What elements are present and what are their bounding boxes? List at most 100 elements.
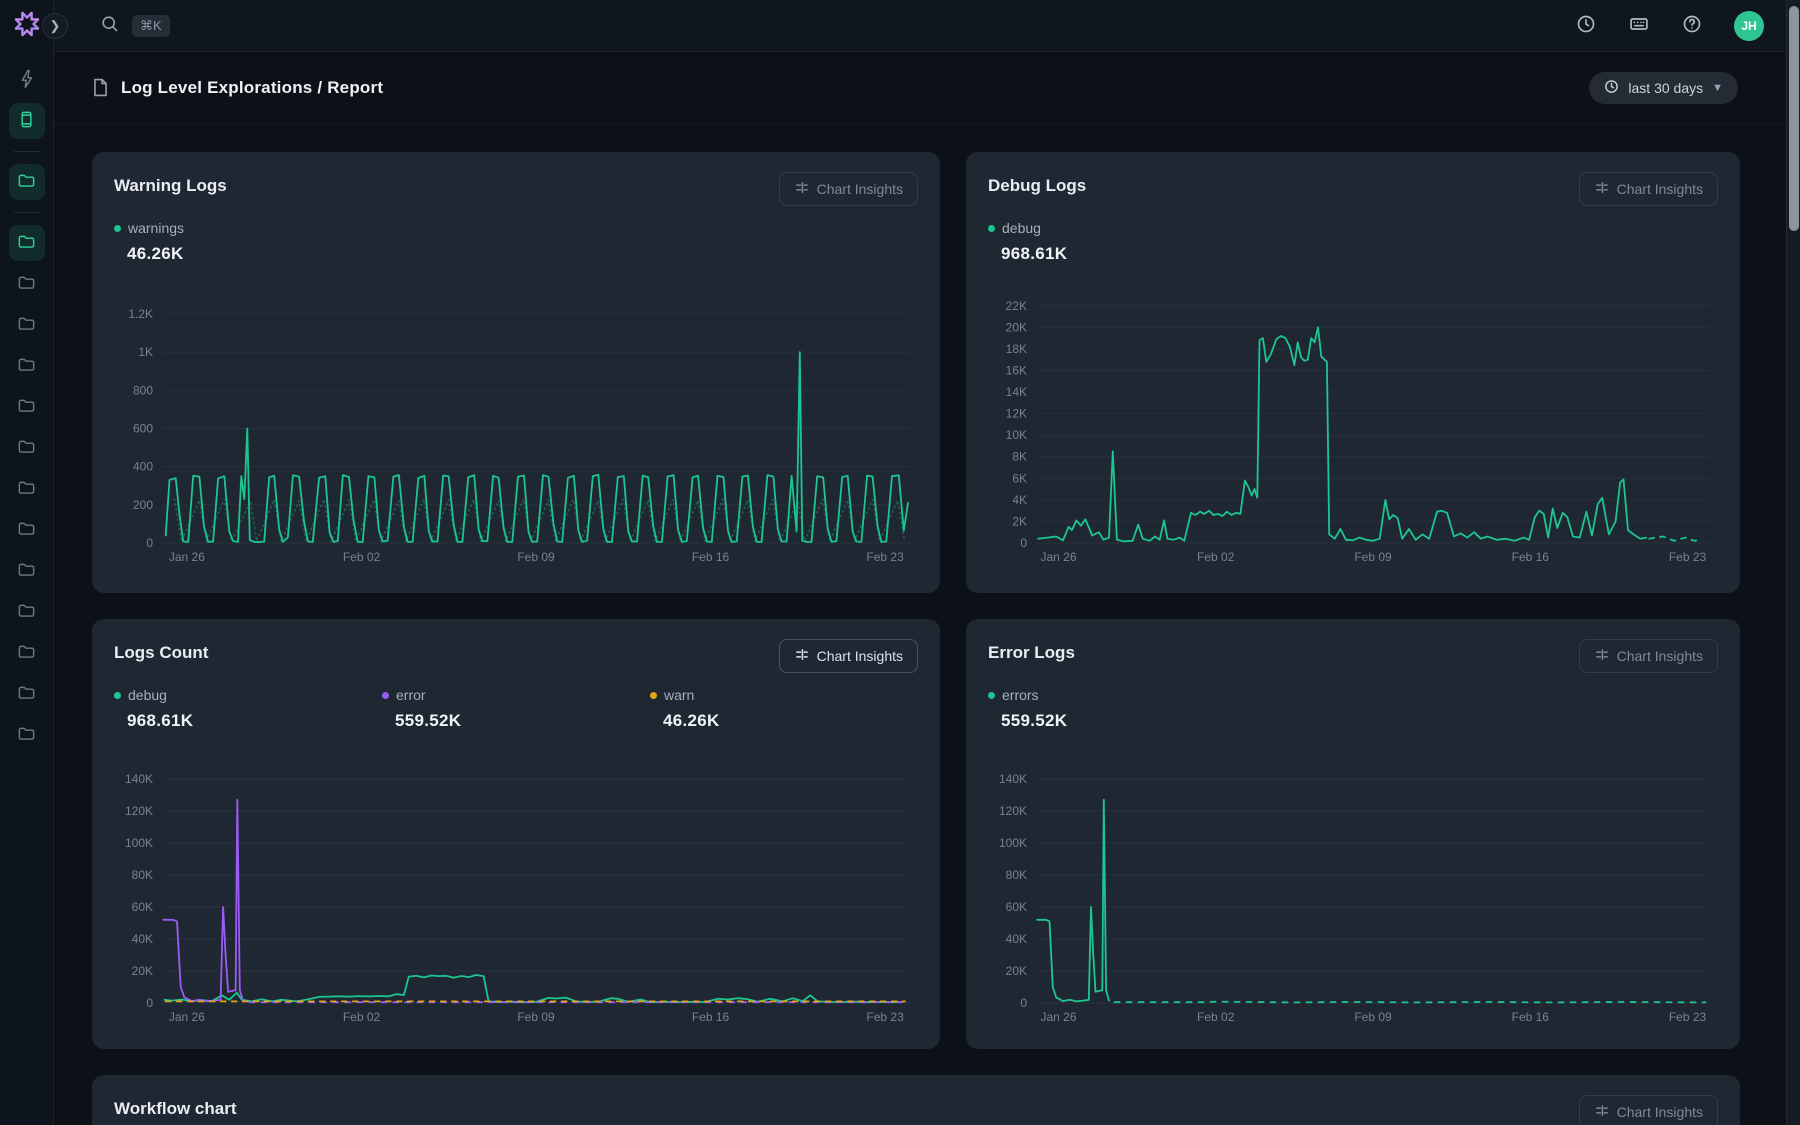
legend-label: warn xyxy=(664,687,694,703)
svg-text:Feb 23: Feb 23 xyxy=(866,1010,904,1024)
legend-item-debug[interactable]: debug968.61K xyxy=(988,220,1256,264)
legend-item-warnings[interactable]: warnings46.26K xyxy=(114,220,382,264)
chart-insights-icon xyxy=(1594,647,1609,665)
legend-label: warnings xyxy=(128,220,184,236)
svg-text:1K: 1K xyxy=(138,345,153,359)
legend-item-debug[interactable]: debug968.61K xyxy=(114,687,382,731)
keyboard-icon xyxy=(1628,14,1650,37)
logs-count-chart[interactable]: 020K40K60K80K100K120K140KJan 26Feb 02Feb… xyxy=(114,755,918,1027)
sidebar-item-flows[interactable] xyxy=(9,62,45,98)
warning-logs-chart[interactable]: 02004006008001K1.2KJan 26Feb 02Feb 09Feb… xyxy=(114,287,918,567)
app-logo[interactable] xyxy=(11,10,43,42)
svg-text:14K: 14K xyxy=(1006,385,1027,399)
svg-text:Jan 26: Jan 26 xyxy=(169,1010,205,1024)
legend-value: 559.52K xyxy=(1001,711,1256,731)
card-title: Error Logs xyxy=(988,639,1075,663)
clock-icon xyxy=(1576,14,1596,37)
sidebar-item-folder-11[interactable] xyxy=(9,676,45,712)
sidebar-item-folder-pinned-1[interactable] xyxy=(9,164,45,200)
legend-dot-icon xyxy=(114,692,121,699)
svg-text:Feb 02: Feb 02 xyxy=(343,1010,381,1024)
time-range-label: last 30 days xyxy=(1628,80,1703,96)
chart-insights-button[interactable]: Chart Insights xyxy=(779,172,918,206)
logo-burst-icon xyxy=(13,10,41,43)
sidebar-item-folder-5[interactable] xyxy=(9,430,45,466)
help-button[interactable] xyxy=(1682,14,1702,37)
svg-text:0: 0 xyxy=(146,536,153,550)
page-header: Log Level Explorations / Report last 30 … xyxy=(54,52,1800,124)
page-title: Log Level Explorations / Report xyxy=(121,78,383,98)
svg-text:100K: 100K xyxy=(125,836,153,850)
debug-logs-chart[interactable]: 02K4K6K8K10K12K14K16K18K20K22KJan 26Feb … xyxy=(988,287,1718,567)
help-icon xyxy=(1682,14,1702,37)
card-error-logs: Error Logs Chart Insights errors559.52K … xyxy=(966,619,1740,1049)
svg-text:Jan 26: Jan 26 xyxy=(169,550,205,564)
sidebar-item-folder-6[interactable] xyxy=(9,471,45,507)
keyboard-shortcuts-button[interactable] xyxy=(1628,14,1650,37)
folder-icon xyxy=(17,478,36,500)
scrollbar-thumb[interactable] xyxy=(1789,6,1799,231)
folder-icon xyxy=(17,232,36,254)
folder-icon xyxy=(17,642,36,664)
sidebar-expand-button[interactable]: ❯ xyxy=(42,13,68,39)
svg-text:Feb 16: Feb 16 xyxy=(692,550,730,564)
svg-text:6K: 6K xyxy=(1012,471,1027,485)
svg-text:80K: 80K xyxy=(1006,868,1027,882)
sidebar-item-folder-10[interactable] xyxy=(9,635,45,671)
legend-dot-icon xyxy=(382,692,389,699)
card-title: Warning Logs xyxy=(114,172,227,196)
chart-insights-button[interactable]: Chart Insights xyxy=(1579,1095,1718,1125)
folder-icon xyxy=(17,519,36,541)
error-logs-chart[interactable]: 020K40K60K80K100K120K140KJan 26Feb 02Feb… xyxy=(988,755,1718,1027)
folder-icon xyxy=(17,601,36,623)
sidebar-item-folder-12[interactable] xyxy=(9,717,45,753)
sidebar-item-folder-8[interactable] xyxy=(9,553,45,589)
svg-text:Jan 26: Jan 26 xyxy=(1040,1010,1076,1024)
svg-text:0: 0 xyxy=(1020,536,1027,550)
sidebar-item-device[interactable] xyxy=(9,103,45,139)
search-shortcut-badge: ⌘K xyxy=(132,15,170,37)
svg-text:Feb 16: Feb 16 xyxy=(692,1010,730,1024)
app-root: ❯ ⌘K xyxy=(0,0,1800,1125)
legend-item-errors[interactable]: errors 559.52K xyxy=(988,687,1256,731)
legend-item-warn[interactable]: warn46.26K xyxy=(650,687,918,731)
folder-icon xyxy=(17,560,36,582)
user-avatar[interactable]: JH xyxy=(1734,11,1764,41)
svg-text:140K: 140K xyxy=(125,772,153,786)
svg-text:0: 0 xyxy=(1020,996,1027,1010)
chart-legend: debug968.61Kerror559.52Kwarn46.26K xyxy=(114,687,918,731)
chart-insights-button[interactable]: Chart Insights xyxy=(1579,639,1718,673)
sidebar-item-folder-4[interactable] xyxy=(9,389,45,425)
history-button[interactable] xyxy=(1576,14,1596,37)
sidebar-item-folder-7[interactable] xyxy=(9,512,45,548)
time-range-selector[interactable]: last 30 days ▼ xyxy=(1589,72,1738,104)
svg-text:120K: 120K xyxy=(999,804,1027,818)
legend-label: error xyxy=(396,687,426,703)
svg-text:18K: 18K xyxy=(1006,342,1027,356)
chart-legend: debug968.61K xyxy=(988,220,1718,264)
chart-insights-button[interactable]: Chart Insights xyxy=(1579,172,1718,206)
legend-label: errors xyxy=(1002,687,1039,703)
svg-text:40K: 40K xyxy=(132,932,153,946)
sidebar-item-folder-current[interactable] xyxy=(9,225,45,261)
card-title: Workflow chart xyxy=(114,1095,236,1119)
sidebar xyxy=(0,0,54,1125)
sidebar-item-folder-9[interactable] xyxy=(9,594,45,630)
svg-text:Feb 09: Feb 09 xyxy=(517,1010,555,1024)
svg-text:Feb 23: Feb 23 xyxy=(1669,550,1707,564)
chart-insights-icon xyxy=(1594,1103,1609,1121)
legend-value: 968.61K xyxy=(127,711,382,731)
sidebar-item-folder-1[interactable] xyxy=(9,266,45,302)
sidebar-item-folder-3[interactable] xyxy=(9,348,45,384)
search-input[interactable]: ⌘K xyxy=(100,14,170,38)
svg-text:Feb 23: Feb 23 xyxy=(866,550,904,564)
svg-text:140K: 140K xyxy=(999,772,1027,786)
legend-item-error[interactable]: error559.52K xyxy=(382,687,650,731)
legend-dot-icon xyxy=(114,225,121,232)
chart-insights-button[interactable]: Chart Insights xyxy=(779,639,918,673)
chart-legend: warnings46.26K xyxy=(114,220,918,264)
svg-text:22K: 22K xyxy=(1006,299,1027,313)
sidebar-item-folder-2[interactable] xyxy=(9,307,45,343)
card-logs-count: Logs Count Chart Insights debug968.61Ker… xyxy=(92,619,940,1049)
svg-text:Feb 09: Feb 09 xyxy=(1354,1010,1392,1024)
